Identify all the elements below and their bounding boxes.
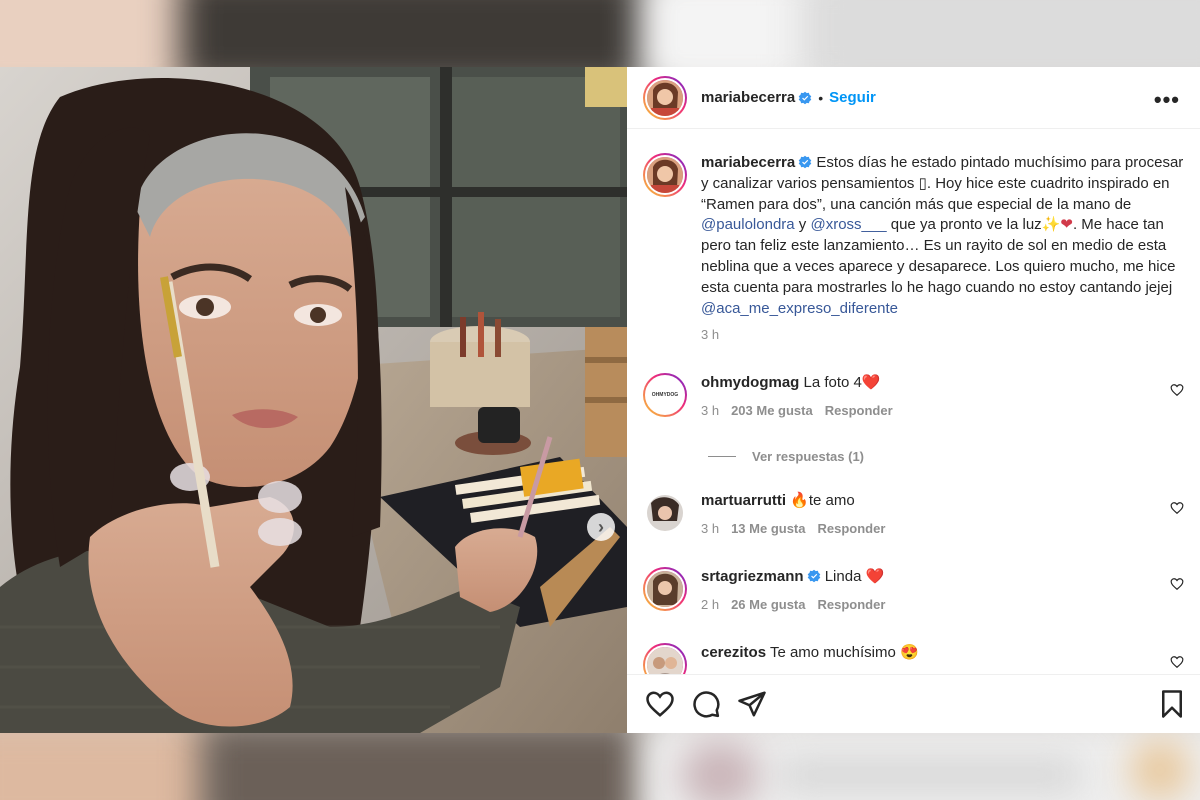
comment-item: martuarrutti 🔥te amo 3 h 13 Me gusta Respo…: [643, 491, 1188, 536]
heart-emoji: ❤️: [861, 374, 881, 391]
view-replies-button[interactable]: Ver respuestas (1): [708, 449, 864, 464]
commenter-avatar-image: [647, 647, 683, 674]
author-avatar-image: [647, 79, 683, 116]
like-comment-heart-icon[interactable]: [1170, 655, 1184, 669]
header-separator: •: [818, 89, 824, 106]
like-comment-heart-icon[interactable]: [1170, 383, 1184, 397]
commenter-avatar[interactable]: OHMYDOG: [643, 373, 687, 417]
commenter-avatar[interactable]: [643, 643, 687, 674]
heart-eyes-emoji: 😍: [900, 644, 919, 661]
commenter-username[interactable]: cerezitos: [701, 644, 766, 661]
comment-likes[interactable]: 13 Me gusta: [731, 521, 805, 536]
reply-button[interactable]: Responder: [825, 403, 893, 418]
commenter-avatar[interactable]: [643, 567, 687, 611]
reply-button[interactable]: Responder: [818, 521, 886, 536]
comment-text: Linda: [824, 568, 862, 585]
caption-text: mariabecerra Estos días he estado pintad…: [701, 153, 1188, 346]
caption-username[interactable]: mariabecerra: [701, 154, 795, 171]
verified-badge-icon: [798, 91, 812, 104]
more-options-icon[interactable]: •••: [1154, 87, 1180, 113]
comment-time: 2 h: [701, 597, 720, 612]
post-header: mariabecerra • Seguir •••: [627, 67, 1200, 129]
reply-button[interactable]: Responder: [818, 597, 886, 612]
heart-emoji: ❤: [1060, 216, 1073, 234]
comment-time: 3 h: [701, 521, 720, 536]
caption-avatar[interactable]: [643, 153, 687, 197]
comment-likes[interactable]: 26 Me gusta: [731, 597, 805, 612]
mention-link[interactable]: @xross___: [810, 216, 886, 233]
caption-glyph: ▯: [918, 174, 927, 192]
post-image: [0, 67, 627, 733]
caption-time: 3 h: [701, 327, 720, 343]
fire-emoji: 🔥: [790, 492, 809, 509]
verified-badge-icon: [807, 569, 820, 583]
author-username[interactable]: mariabecerra: [701, 89, 795, 106]
follow-button[interactable]: Seguir: [829, 89, 876, 106]
commenter-avatar[interactable]: [643, 491, 687, 535]
like-heart-icon[interactable]: [645, 689, 675, 719]
commenter-avatar-image: [647, 495, 683, 531]
author-avatar[interactable]: [643, 75, 687, 120]
heart-emoji: ❤️: [865, 568, 885, 585]
like-comment-heart-icon[interactable]: [1170, 577, 1184, 591]
like-comment-heart-icon[interactable]: [1170, 501, 1184, 515]
post-photo: ›: [0, 67, 627, 733]
verified-badge-icon: [798, 155, 812, 169]
comment-item: srtagriezmann Linda ❤️ 2 h 26 Me gusta Res…: [643, 567, 1188, 612]
caption-part-4: que ya pronto ve la luz: [886, 216, 1042, 234]
commenter-username[interactable]: ohmydogmag: [701, 374, 799, 391]
post-side-panel: mariabecerra • Seguir ••• mariabecerra E…: [627, 67, 1200, 733]
comment-text: La foto 4: [803, 374, 862, 391]
commenter-avatar-image: [647, 571, 683, 607]
comment-text: Te amo muchísimo: [769, 644, 896, 661]
comment-item: cerezitos Te amo muchísimo 😍: [643, 643, 1188, 674]
post-caption: mariabecerra Estos días he estado pintad…: [643, 153, 1188, 346]
comment-item: OHMYDOG ohmydogmag La foto 4❤️ 3 h 203 Me…: [643, 373, 1188, 418]
share-send-icon[interactable]: [737, 689, 767, 719]
comment-text: te amo: [808, 492, 855, 509]
comment-bubble-icon[interactable]: [691, 689, 721, 719]
action-bar: [627, 674, 1200, 733]
mention-link[interactable]: @aca_me_expreso_diferente: [701, 300, 898, 317]
view-replies-label: Ver respuestas (1): [752, 449, 865, 464]
comment-likes[interactable]: 203 Me gusta: [731, 403, 813, 418]
sparkle-emoji: ✨: [1041, 216, 1061, 234]
next-photo-button[interactable]: ›: [587, 513, 615, 541]
post-modal: › mariabecerra • Seguir ••• mariabecerra…: [0, 67, 1200, 733]
save-bookmark-icon[interactable]: [1157, 689, 1187, 719]
view-replies-line: [708, 456, 736, 457]
mention-link[interactable]: @paulolondra: [701, 216, 795, 233]
caption-part-3: y: [794, 216, 811, 234]
comment-time: 3 h: [701, 403, 720, 418]
commenter-avatar-logo: OHMYDOG: [651, 392, 679, 398]
commenter-username[interactable]: srtagriezmann: [701, 568, 804, 585]
commenter-username[interactable]: martuarrutti: [701, 492, 786, 509]
caption-avatar-image: [647, 157, 683, 193]
